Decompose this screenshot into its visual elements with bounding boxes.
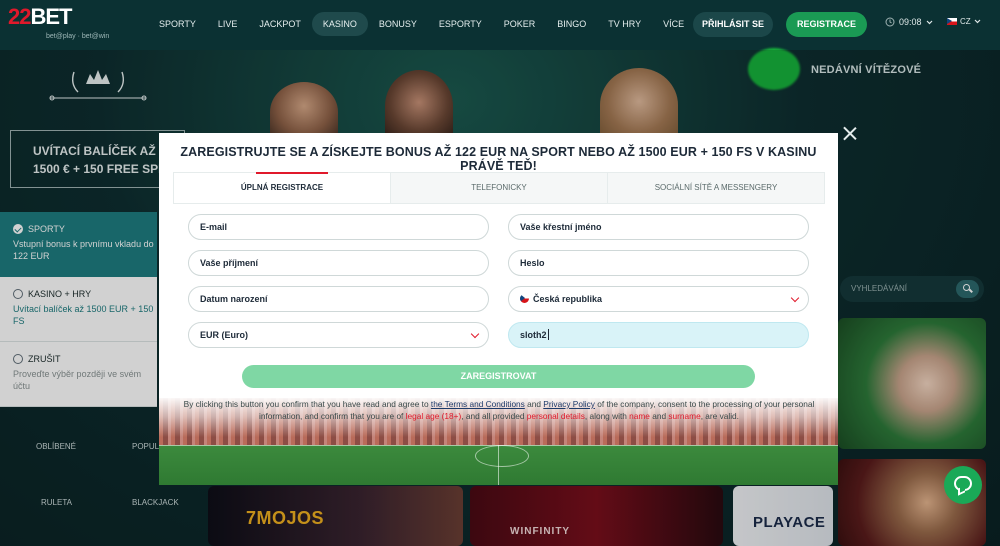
country-select[interactable]: Česká republika: [508, 286, 809, 312]
legal-age-text: legal age (18+): [405, 411, 462, 421]
text-cursor: [547, 329, 549, 340]
language-selector[interactable]: CZ: [947, 17, 981, 26]
logo[interactable]: 22BET bet@play · bet@win: [8, 6, 118, 44]
top-header: 22BET bet@play · bet@win SPORTY LIVE JAC…: [0, 0, 1000, 50]
main-nav: SPORTY LIVE JACKPOT KASINO BONUSY ESPORT…: [148, 12, 695, 36]
nav-tv-hry[interactable]: TV HRY: [597, 12, 652, 36]
personal-details-text: personal details: [526, 411, 585, 421]
nav-bingo[interactable]: BINGO: [546, 12, 597, 36]
clock-time: 09:08: [899, 17, 922, 27]
first-name-field[interactable]: Vaše křestní jméno: [508, 214, 809, 240]
nav-vice[interactable]: VÍCE: [652, 12, 695, 36]
tab-full-registration[interactable]: ÚPLNÁ REGISTRACE: [174, 172, 391, 203]
nav-sporty[interactable]: SPORTY: [148, 12, 207, 36]
login-button[interactable]: PŘIHLÁSIT SE: [693, 12, 773, 37]
last-name-field[interactable]: Vaše příjmení: [188, 250, 489, 276]
currency-select[interactable]: EUR (Euro): [188, 322, 489, 348]
chevron-down-icon: [926, 20, 932, 24]
registration-modal: ZAREGISTRUJTE SE A ZÍSKEJTE BONUS AŽ 122…: [159, 133, 838, 485]
nav-kasino[interactable]: KASINO: [311, 12, 368, 36]
logo-bet: BET: [30, 4, 72, 29]
czech-flag-icon: [947, 18, 957, 25]
terms-notice: By clicking this button you confirm that…: [183, 399, 815, 421]
birth-date-field[interactable]: Datum narození: [188, 286, 489, 312]
chat-icon: [954, 476, 972, 491]
czech-flag-icon: [520, 294, 529, 303]
tab-phone[interactable]: TELEFONICKY: [391, 173, 608, 203]
chevron-down-icon: [470, 329, 480, 339]
nav-esporty[interactable]: ESPORTY: [428, 12, 493, 36]
nav-live[interactable]: LIVE: [207, 12, 249, 36]
terms-link[interactable]: the Terms and Conditions: [431, 399, 525, 409]
modal-title: ZAREGISTRUJTE SE A ZÍSKEJTE BONUS AŽ 122…: [180, 145, 817, 173]
chevron-down-icon: [790, 293, 800, 303]
password-field[interactable]: Heslo: [508, 250, 809, 276]
nav-jackpot[interactable]: JACKPOT: [248, 12, 312, 36]
logo-tagline: bet@play · bet@win: [46, 33, 110, 40]
clock-icon: [885, 17, 895, 27]
language-code: CZ: [960, 17, 971, 26]
privacy-link[interactable]: Privacy Policy: [543, 399, 595, 409]
register-button[interactable]: REGISTRACE: [786, 12, 867, 37]
chevron-down-icon: [974, 19, 981, 24]
name-text: name: [629, 411, 650, 421]
close-icon[interactable]: [840, 124, 860, 144]
email-field[interactable]: E-mail: [188, 214, 489, 240]
registration-tabs: ÚPLNÁ REGISTRACE TELEFONICKY SOCIÁLNÍ SÍ…: [173, 172, 825, 204]
tab-social[interactable]: SOCIÁLNÍ SÍTĚ A MESSENGERY: [608, 173, 824, 203]
nav-poker[interactable]: POKER: [493, 12, 547, 36]
live-chat-button[interactable]: [944, 466, 982, 504]
promo-code-field[interactable]: sloth2: [508, 322, 809, 348]
register-submit-button[interactable]: ZAREGISTROVAT: [242, 365, 755, 388]
clock[interactable]: 09:08: [885, 17, 933, 27]
logo-22: 22: [8, 4, 32, 29]
surname-text: surname: [668, 411, 701, 421]
nav-bonusy[interactable]: BONUSY: [368, 12, 428, 36]
